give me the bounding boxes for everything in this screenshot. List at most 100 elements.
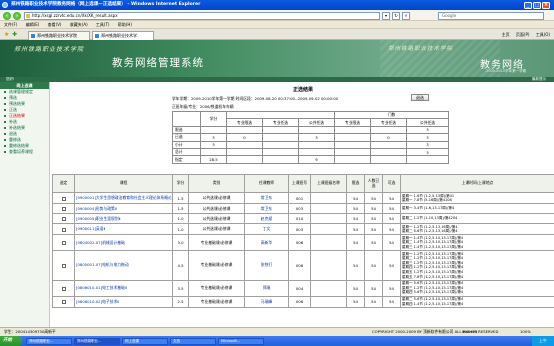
start-button[interactable]: 开始 (0, 336, 22, 346)
menu-favorites[interactable]: 收藏夹(A) (70, 22, 88, 27)
course-cell: [0806010-02]电子技术Ⅱ (74, 295, 173, 308)
tab-school-2[interactable]: 郑州铁路职业技术学 (92, 30, 154, 40)
column-header: 限选 (346, 174, 365, 193)
page-icon (26, 13, 30, 18)
select-checkbox[interactable] (61, 196, 66, 201)
summary-row-label: 指定 (172, 155, 201, 164)
type-cell: 专业基础课/必修课 (188, 234, 245, 252)
summary-cell: 9 (298, 155, 335, 164)
search-placeholder: Google (442, 12, 457, 18)
tab-school-1[interactable]: 郑州铁路职业技术学院 (28, 30, 90, 40)
teacher-cell: 常卫东 (244, 191, 289, 205)
tab-bar: ★ ✚ 郑州铁路职业技术学院 郑州铁路职业技术学 主页 页面(P) 工具(O) (0, 29, 554, 40)
menu-view[interactable]: 查看(V) (48, 22, 62, 27)
taskbar-item[interactable]: 郑州铁路职业... (74, 337, 120, 345)
status-zone: Internet (462, 329, 478, 334)
schedule-line: 星期一 7-8节 (5-16周)/第4108 (402, 198, 452, 203)
home-button[interactable]: 主页 (502, 32, 510, 37)
maximize-button[interactable]: □ (533, 1, 541, 9)
url-input[interactable]: http://xsgl.zzrvtc.edu.cn/Xk/XK_result.a… (24, 11, 380, 20)
select-checkbox[interactable] (61, 217, 66, 222)
menu-file[interactable]: 文件(F) (4, 22, 17, 27)
course-link[interactable]: [0900011]英语Ⅱ (76, 226, 105, 231)
teacher-link[interactable]: 常卫东 (261, 206, 272, 211)
sidebar-item[interactable]: 查看培养课程 (0, 149, 49, 155)
zoom-level[interactable]: 100% (520, 328, 531, 336)
summary-subheader: 公共任选 (406, 118, 449, 127)
summary-cell (334, 133, 371, 142)
summary-cell (298, 147, 335, 157)
teacher-link[interactable]: 丁文 (263, 226, 271, 231)
page-menu-button[interactable]: 页面(P) (516, 32, 530, 37)
teacher-link[interactable]: 高新华 (261, 240, 272, 245)
teacher-link[interactable]: 张铁打 (261, 262, 272, 267)
course-link[interactable]: [0900004]形势与政策Ⅱ (76, 206, 117, 211)
course-link[interactable]: [0900001]大学生思想政治教育和社会主义理论体系概论Ⅱ (76, 195, 172, 200)
withdraw-button[interactable]: 退选 (411, 94, 429, 101)
select-checkbox[interactable] (61, 263, 66, 268)
type-cell: 公共选课/必修课 (188, 213, 245, 225)
schedule-line: 星期四 1-4节 (1-2,5-10,13-17周)/第4 (402, 301, 464, 306)
select-checkbox[interactable] (61, 241, 66, 246)
teacher-cell: 常卫东 (244, 203, 289, 215)
stop-button[interactable]: ✕ (402, 11, 410, 20)
favorites-star-icon[interactable]: ★ (4, 31, 9, 38)
select-cell (52, 295, 75, 308)
term-info: 学年学期：2009-2010学年第一学期 时间区段：2009-08-20 00:… (172, 96, 339, 101)
teacher-cell: 高新华 (244, 234, 289, 252)
refresh-button[interactable]: ↻ (392, 11, 400, 20)
taskbar-item[interactable]: 网上选课 (122, 337, 168, 345)
credit-cell: 4.5 (172, 250, 189, 281)
select-checkbox[interactable] (61, 300, 66, 305)
available-cell: 54 (382, 250, 401, 281)
teacher-link[interactable]: 赵克斌 (261, 216, 272, 221)
schedule-cell: 星期一 1-2节 (1-2,5-10,13-17周)/第4 星期二 1-2节 (1… (400, 250, 554, 281)
add-favorites-icon[interactable]: ✚ (12, 31, 17, 38)
back-button[interactable]: ‹ (3, 11, 11, 20)
close-button[interactable]: × (542, 1, 550, 9)
taskbar-item[interactable]: 郑州铁路职业... (26, 337, 72, 345)
select-cell (52, 279, 75, 297)
menu-help[interactable]: 帮助(H) (118, 22, 132, 27)
course-table-header: 选定 课程 学分 类别 任课教师 上课班号 上课班级名称 限选 人数已选 可选 上课时间/上课地点 (52, 174, 554, 193)
course-link[interactable]: [0804002-07]机械设计基础 (76, 240, 125, 245)
teacher-link[interactable]: 常卫东 (261, 195, 272, 200)
chosen-cell: 54 (364, 279, 383, 297)
schedule-line: 星期四 5-6节 (1-2,5-10,13-17周)/第4 (402, 290, 464, 295)
course-link[interactable]: [0806010-01]电工技术基础Ⅱ (76, 285, 127, 290)
select-checkbox[interactable] (61, 286, 66, 291)
teacher-link[interactable]: 马瑞峰 (261, 299, 272, 304)
forward-button[interactable]: › (13, 11, 21, 20)
course-cell: [0805001-07]电机与电力拖动 (74, 250, 173, 281)
tools-menu-button[interactable]: 工具(O) (536, 32, 550, 37)
menu-edit[interactable]: 编辑(E) (26, 22, 40, 27)
teacher-cell: 马瑞峰 (244, 295, 289, 308)
column-header: 类别 (188, 174, 245, 193)
summary-cell (298, 125, 335, 135)
browser-window: 郑州铁路职业技术学院教务网络（网上选课—正选结果） - Windows Inte… (0, 0, 554, 346)
summary-cell: 3 (406, 147, 449, 157)
schedule-cell: 星期二 5-6节 (1-2,5-10,13-17周)/第4 星期四 1-4节 (1… (400, 295, 554, 308)
teacher-link[interactable]: 郑瑞 (263, 285, 271, 290)
course-table-wrapper: 选定 课程 学分 类别 任课教师 上课班号 上课班级名称 限选 人数已选 可选 上课时间/上课地点 … (52, 174, 554, 327)
address-bar: ‹ › http://xsgl.zzrvtc.edu.cn/Xk/XK_resu… (0, 10, 554, 21)
schedule-cell: 星期一 5-6节 (1-2,5-10,13-17周)/第4 星期三 1-2节 (1… (400, 279, 554, 297)
url-dropdown-button[interactable]: ▾ (382, 11, 390, 20)
system-title: 教务网络管理系统 (112, 57, 204, 69)
select-checkbox[interactable] (61, 227, 66, 232)
course-link[interactable]: [0805001-07]电机与电力拖动 (76, 262, 129, 267)
summary-cell (200, 147, 227, 157)
taskbar-item[interactable]: Microsoft... (218, 337, 264, 345)
class-name-cell (310, 213, 347, 225)
search-input[interactable]: Google (438, 11, 544, 20)
column-header: 任课教师 (244, 174, 289, 193)
taskbar-item[interactable]: 文档 (170, 337, 216, 345)
sidebar: 网上选课 选课管理规定 预选 预选结果 正选 正选结果 补选 补选结果 退选 重修选 重修选结果查… (0, 82, 50, 327)
course-link[interactable]: [0806010-02]电子技术Ⅱ (76, 299, 119, 304)
select-checkbox[interactable] (61, 207, 66, 212)
menu-tools[interactable]: 工具(T) (96, 22, 110, 27)
minimize-button[interactable]: _ (524, 1, 532, 9)
select-cell (52, 191, 75, 205)
course-link[interactable]: [0900005]职业生涯规划Ⅱ (76, 216, 121, 221)
table-row: [0806010-01]电工技术基础Ⅱ 3.5 专业基础课/必修课 郑瑞 004 54 54… (52, 279, 554, 297)
